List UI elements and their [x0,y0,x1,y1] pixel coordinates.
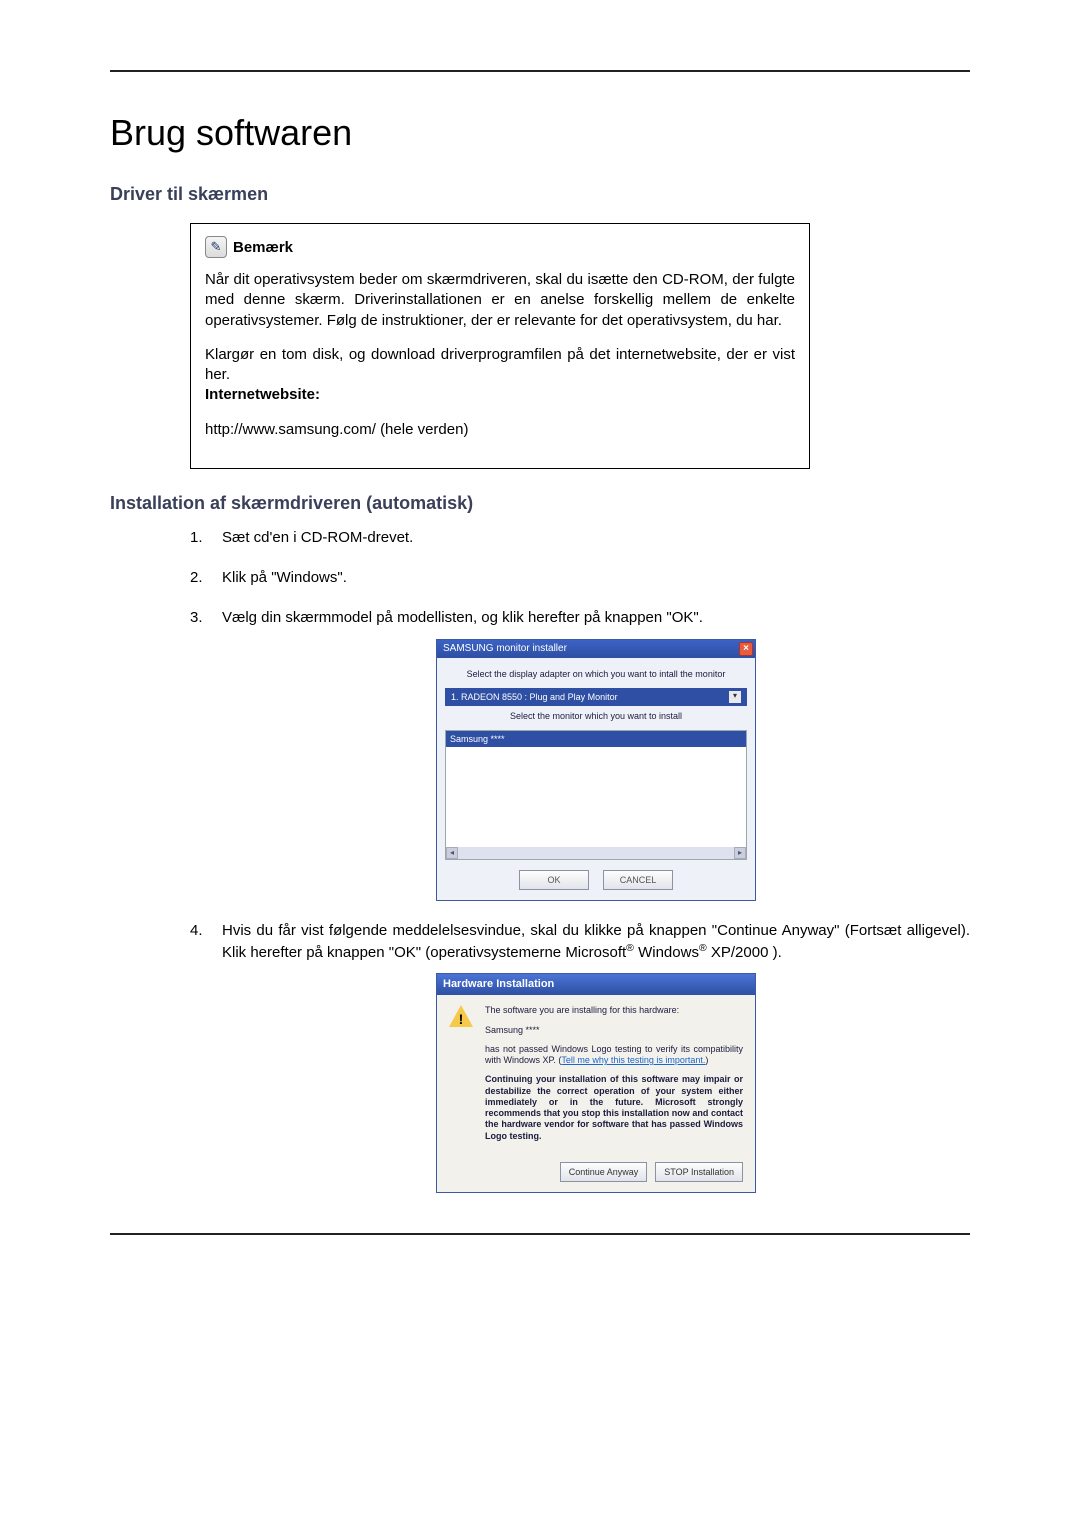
scroll-left-icon[interactable]: ◂ [446,847,458,859]
continue-anyway-button[interactable]: Continue Anyway [560,1162,648,1182]
cancel-button[interactable]: CANCEL [603,870,673,890]
chevron-down-icon[interactable]: ▾ [729,691,741,703]
why-testing-link[interactable]: Tell me why this testing is important. [561,1055,705,1065]
step-2: Klik på "Windows". [190,568,970,588]
install-steps: Sæt cd'en i CD-ROM-drevet. Klik på "Wind… [110,528,970,1193]
hw-warning-text: Continuing your installation of this sof… [485,1074,743,1142]
monitor-item-selected[interactable]: Samsung **** [446,731,746,747]
step-4: Hvis du får vist følgende meddelelsesvin… [190,921,970,1193]
adapter-selected: 1. RADEON 8550 : Plug and Play Monitor [451,691,618,703]
monitor-listbox[interactable]: Samsung **** ◂ ▸ [445,730,747,860]
installer-line2: Select the monitor which you want to ins… [445,710,747,722]
note-paragraph-2: Klargør en tom disk, og download driverp… [205,345,795,406]
step-1: Sæt cd'en i CD-ROM-drevet. [190,528,970,548]
page-title: Brug softwaren [110,112,970,154]
installer-line1: Select the display adapter on which you … [445,668,747,680]
internet-website-label: Internetwebsite: [205,386,320,403]
installer-title: SAMSUNG monitor installer [443,642,567,656]
note-icon: ✎ [205,236,227,258]
note-box: ✎ Bemærk Når dit operativsystem beder om… [190,223,810,469]
hw-line2: Samsung **** [485,1025,743,1036]
section-heading-install: Installation af skærmdriveren (automatis… [110,493,970,514]
ok-button[interactable]: OK [519,870,589,890]
hw-line1: The software you are installing for this… [485,1005,743,1016]
bottom-divider [110,1233,970,1235]
top-divider [110,70,970,72]
adapter-dropdown[interactable]: 1. RADEON 8550 : Plug and Play Monitor ▾ [445,688,747,706]
stop-installation-button[interactable]: STOP Installation [655,1162,743,1182]
warning-icon: ! [449,1005,473,1029]
hw-line3: has not passed Windows Logo testing to v… [485,1044,743,1067]
installer-dialog: SAMSUNG monitor installer × Select the d… [436,639,756,901]
note-url: http://www.samsung.com/ (hele verden) [205,420,795,440]
horizontal-scrollbar[interactable]: ◂ ▸ [446,847,746,859]
close-icon[interactable]: × [739,642,753,656]
note-label: Bemærk [233,239,293,256]
installer-titlebar: SAMSUNG monitor installer × [437,640,755,658]
step-3: Vælg din skærmmodel på modellisten, og k… [190,608,970,901]
hardware-title: Hardware Installation [437,974,755,995]
scroll-right-icon[interactable]: ▸ [734,847,746,859]
hardware-install-dialog: Hardware Installation ! The software you… [436,973,756,1192]
section-heading-driver: Driver til skærmen [110,184,970,205]
note-paragraph-1: Når dit operativsystem beder om skærmdri… [205,270,795,331]
